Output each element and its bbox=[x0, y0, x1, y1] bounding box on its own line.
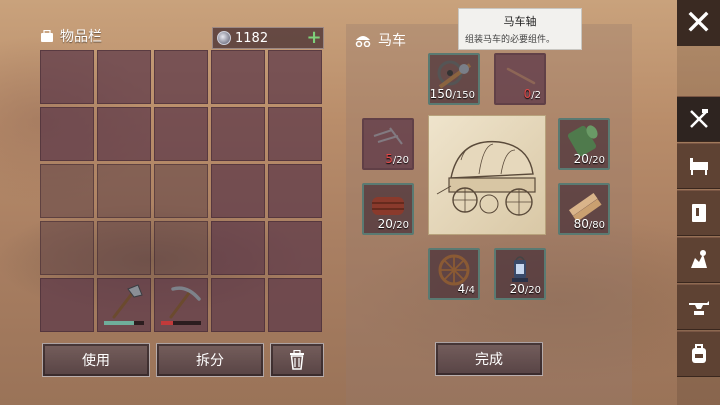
inventory-slot[interactable] bbox=[97, 107, 151, 161]
inventory-slot[interactable] bbox=[211, 164, 265, 218]
inventory-slot[interactable] bbox=[40, 221, 94, 275]
wagon-header: 马车 bbox=[354, 30, 406, 50]
tab-backpack[interactable] bbox=[677, 331, 720, 377]
wagon-icon bbox=[355, 36, 371, 47]
part-slot-lantern[interactable]: 20/20 bbox=[494, 248, 546, 300]
part-count: 5/20 bbox=[385, 152, 409, 166]
item-tooltip: 马车轴 组装马车的必要组件。 bbox=[458, 8, 582, 50]
part-slot-cloth-roll[interactable]: 20/20 bbox=[558, 118, 610, 170]
furniture-icon bbox=[689, 158, 708, 175]
split-button[interactable]: 拆分 bbox=[156, 343, 264, 377]
wagon-blueprint bbox=[428, 115, 546, 235]
wagon-sketch-icon bbox=[436, 140, 536, 216]
part-slot-nails[interactable]: 5/20 bbox=[362, 118, 414, 170]
part-count: 80/80 bbox=[573, 217, 605, 231]
complete-button[interactable]: 完成 bbox=[435, 342, 543, 376]
inventory-grid bbox=[40, 50, 326, 336]
tooltip-description: 组装马车的必要组件。 bbox=[465, 35, 556, 45]
part-count: 20/20 bbox=[509, 282, 541, 296]
tab-furniture[interactable] bbox=[677, 143, 720, 189]
part-slot-wheel[interactable]: 4/4 bbox=[428, 248, 480, 300]
inventory-slot[interactable] bbox=[211, 278, 265, 332]
part-count: 20/20 bbox=[377, 217, 409, 231]
inventory-slot-axe[interactable] bbox=[97, 278, 151, 332]
anvil-icon bbox=[688, 301, 709, 315]
inventory-slot[interactable] bbox=[268, 164, 322, 218]
inventory-slot[interactable] bbox=[268, 278, 322, 332]
inventory-slot[interactable] bbox=[268, 50, 322, 104]
part-count: 150/150 bbox=[429, 87, 475, 101]
inventory-slot[interactable] bbox=[154, 50, 208, 104]
resources-icon bbox=[690, 250, 707, 268]
inventory-header: 物品栏 bbox=[40, 26, 102, 46]
part-count: 0/2 bbox=[523, 87, 541, 101]
inventory-slot-pickaxe[interactable] bbox=[154, 278, 208, 332]
inventory-slot[interactable] bbox=[211, 221, 265, 275]
tab-books[interactable] bbox=[677, 190, 720, 236]
inventory-slot[interactable] bbox=[154, 164, 208, 218]
inventory-slot[interactable] bbox=[154, 221, 208, 275]
bag-icon bbox=[41, 30, 53, 42]
durability-bar bbox=[104, 321, 144, 325]
inventory-slot[interactable] bbox=[268, 221, 322, 275]
currency-amount: 1182 bbox=[235, 30, 269, 46]
inventory-title: 物品栏 bbox=[60, 29, 102, 45]
pickaxe-icon bbox=[169, 286, 201, 319]
currency-display: 1182 + bbox=[212, 27, 324, 49]
backpack-icon bbox=[691, 344, 706, 363]
part-slot-leather[interactable]: 20/20 bbox=[362, 183, 414, 235]
inventory-slot[interactable] bbox=[40, 278, 94, 332]
add-currency-button[interactable]: + bbox=[305, 29, 323, 47]
inventory-slot[interactable] bbox=[268, 107, 322, 161]
inventory-slot[interactable] bbox=[40, 107, 94, 161]
part-count: 4/4 bbox=[457, 282, 475, 296]
use-button[interactable]: 使用 bbox=[42, 343, 150, 377]
close-button[interactable]: ✕ bbox=[677, 0, 720, 46]
tooltip-title: 马车轴 bbox=[503, 15, 537, 28]
inventory-slot[interactable] bbox=[154, 107, 208, 161]
tab-resources[interactable] bbox=[677, 237, 720, 283]
wagon-title: 马车 bbox=[378, 33, 406, 49]
inventory-slot[interactable] bbox=[97, 50, 151, 104]
inventory-slot[interactable] bbox=[97, 164, 151, 218]
part-slot-wagon-axle[interactable]: 150/150 bbox=[428, 53, 480, 105]
tab-crafting[interactable] bbox=[677, 96, 720, 142]
part-slot-planks[interactable]: 80/80 bbox=[558, 183, 610, 235]
inventory-slot[interactable] bbox=[211, 50, 265, 104]
part-slot-wooden-stick[interactable]: 0/2 bbox=[494, 53, 546, 105]
inventory-slot[interactable] bbox=[211, 107, 265, 161]
axe-icon bbox=[112, 284, 143, 319]
inventory-slot[interactable] bbox=[97, 221, 151, 275]
part-count: 20/20 bbox=[573, 152, 605, 166]
coin-icon bbox=[217, 31, 231, 45]
durability-bar bbox=[161, 321, 201, 325]
tab-anvil[interactable] bbox=[677, 284, 720, 330]
crafting-tools-icon bbox=[689, 109, 708, 128]
trash-icon bbox=[290, 350, 304, 370]
inventory-slot[interactable] bbox=[40, 164, 94, 218]
inventory-slot[interactable] bbox=[40, 50, 94, 104]
discard-button[interactable] bbox=[270, 343, 324, 377]
book-icon bbox=[691, 204, 706, 222]
